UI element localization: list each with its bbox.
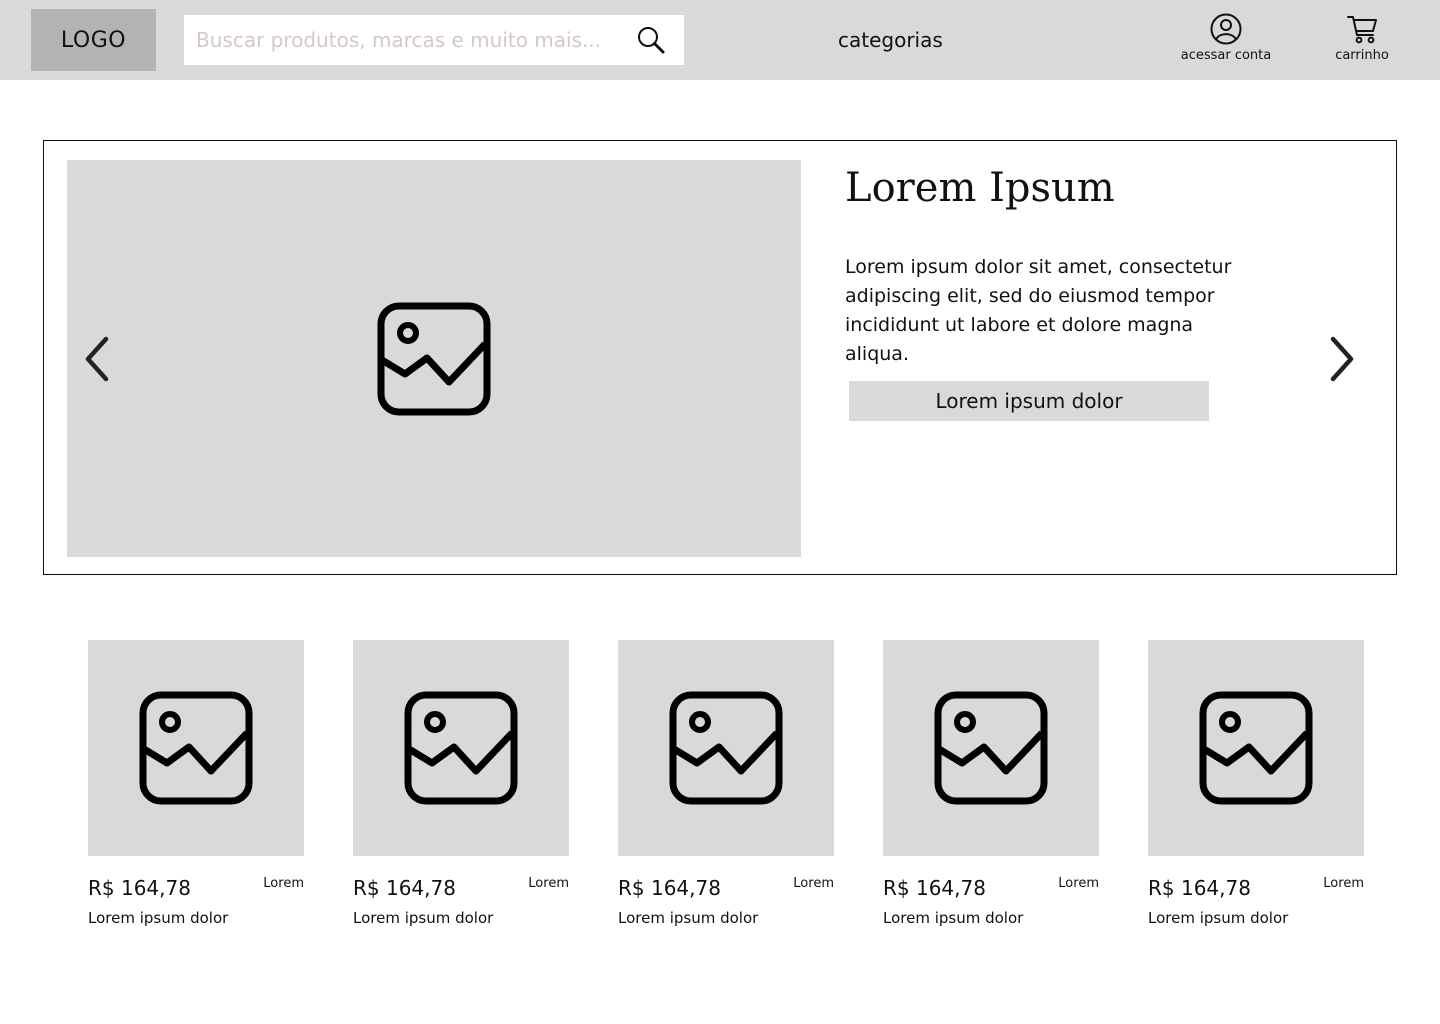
product-tag: Lorem — [1058, 876, 1099, 891]
product-card[interactable]: R$ 164,78 Lorem Lorem ipsum dolor — [1148, 640, 1364, 940]
cart-label: carrinho — [1335, 48, 1389, 63]
account-button[interactable]: acessar conta — [1172, 12, 1280, 72]
product-name[interactable]: Lorem ipsum dolor — [883, 909, 1023, 927]
product-tag: Lorem — [528, 876, 569, 891]
search-input[interactable] — [184, 15, 624, 65]
chevron-left-icon — [85, 336, 109, 382]
product-price: R$ 164,78 — [618, 876, 721, 900]
top-header: LOGO categorias acessar conta — [0, 0, 1440, 80]
product-image[interactable] — [353, 640, 569, 856]
product-price: R$ 164,78 — [1148, 876, 1251, 900]
user-circle-icon — [1209, 12, 1243, 46]
product-name[interactable]: Lorem ipsum dolor — [618, 909, 758, 927]
carousel-prev-button[interactable] — [77, 331, 117, 387]
product-image[interactable] — [618, 640, 834, 856]
product-name[interactable]: Lorem ipsum dolor — [1148, 909, 1288, 927]
product-name[interactable]: Lorem ipsum dolor — [88, 909, 228, 927]
hero-title: Lorem Ipsum — [845, 165, 1115, 211]
product-price: R$ 164,78 — [88, 876, 191, 900]
image-placeholder-icon — [1199, 691, 1313, 805]
carousel-next-button[interactable] — [1322, 331, 1362, 387]
chevron-right-icon — [1330, 336, 1354, 382]
search-icon[interactable] — [636, 25, 668, 57]
image-placeholder-icon — [934, 691, 1048, 805]
product-card[interactable]: R$ 164,78 Lorem Lorem ipsum dolor — [883, 640, 1099, 940]
product-card[interactable]: R$ 164,78 Lorem Lorem ipsum dolor — [618, 640, 834, 940]
hero-image — [67, 160, 801, 557]
product-card[interactable]: R$ 164,78 Lorem Lorem ipsum dolor — [88, 640, 304, 940]
product-tag: Lorem — [1323, 876, 1364, 891]
product-image[interactable] — [1148, 640, 1364, 856]
cart-button[interactable]: carrinho — [1326, 12, 1398, 72]
categories-menu[interactable]: categorias — [838, 28, 943, 52]
product-card[interactable]: R$ 164,78 Lorem Lorem ipsum dolor — [353, 640, 569, 940]
hero-description: Lorem ipsum dolor sit amet, consectetur … — [845, 256, 1232, 365]
hero-cta-button[interactable]: Lorem ipsum dolor — [849, 381, 1209, 421]
product-image[interactable] — [88, 640, 304, 856]
product-tag: Lorem — [263, 876, 304, 891]
product-tag: Lorem — [793, 876, 834, 891]
product-price: R$ 164,78 — [353, 876, 456, 900]
cart-icon — [1345, 12, 1379, 46]
image-placeholder-icon — [669, 691, 783, 805]
image-placeholder-icon — [139, 691, 253, 805]
product-price: R$ 164,78 — [883, 876, 986, 900]
product-name[interactable]: Lorem ipsum dolor — [353, 909, 493, 927]
search-bar — [184, 15, 684, 65]
product-image[interactable] — [883, 640, 1099, 856]
image-placeholder-icon — [404, 691, 518, 805]
account-label: acessar conta — [1180, 48, 1272, 63]
logo[interactable]: LOGO — [31, 9, 156, 71]
hero-carousel: Lorem Ipsum Lorem ipsum dolor sit amet, … — [43, 140, 1397, 575]
image-placeholder-icon — [377, 302, 491, 415]
